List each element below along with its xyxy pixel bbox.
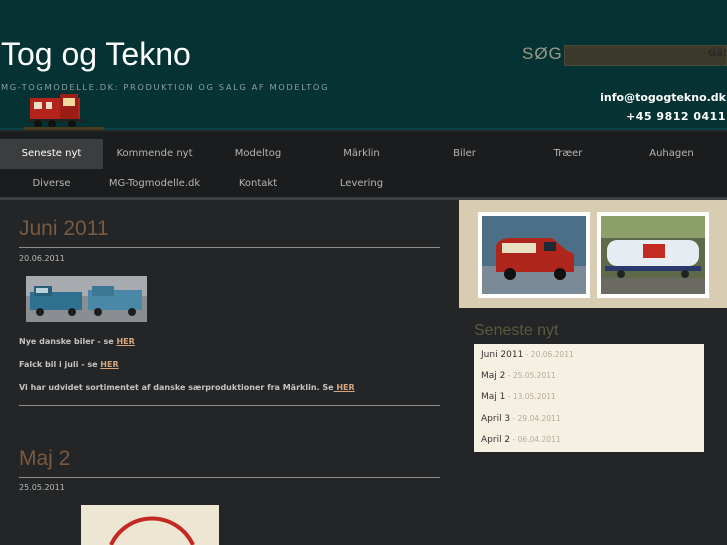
- nav-item-levering[interactable]: Levering: [310, 169, 413, 199]
- contact-phone: +45 9812 0411: [626, 110, 726, 123]
- search-label: SØG: [522, 44, 563, 63]
- post-divider: [19, 477, 440, 478]
- search-input[interactable]: [564, 45, 727, 66]
- post-line: Nye danske biler - se HER: [19, 337, 135, 346]
- post-line: Vi har udvidet sortimentet af danske sær…: [19, 383, 355, 392]
- sidebar-photo-tank-wagon[interactable]: [597, 212, 709, 298]
- post-image-sign[interactable]: [81, 505, 219, 545]
- sidebar: Seneste nyt Juni 2011 - 20.06.2011 Maj 2…: [459, 200, 727, 545]
- post-divider: [19, 405, 440, 406]
- post-link-her[interactable]: HER: [116, 337, 134, 346]
- post-divider: [19, 247, 440, 248]
- site-title[interactable]: Tog og Tekno: [1, 36, 191, 73]
- site-tagline: MG-TOGMODELLE.DK: PRODUKTION OG SALG AF …: [1, 82, 330, 92]
- main-nav: Seneste nyt Kommende nyt Modeltog Märkli…: [0, 132, 727, 200]
- nav-item-mg-togmodelle[interactable]: MG-Togmodelle.dk: [103, 169, 206, 199]
- post-date: 25.05.2011: [19, 483, 65, 492]
- nav-item-biler[interactable]: Biler: [413, 139, 516, 169]
- search-button[interactable]: Gå!: [708, 48, 727, 59]
- nav-item-kommende-nyt[interactable]: Kommende nyt: [103, 139, 206, 169]
- post-link-her[interactable]: HER: [334, 383, 354, 392]
- post-image-trucks[interactable]: [26, 276, 147, 322]
- nav-item-traeer[interactable]: Træer: [516, 139, 620, 169]
- main-content: Juni 2011 20.06.2011 Nye danske biler - …: [0, 203, 459, 545]
- post-date: 20.06.2011: [19, 254, 65, 263]
- contact-email[interactable]: info@togogtekno.dk: [600, 91, 726, 104]
- sidebar-news-item[interactable]: Maj 2 - 25.05.2011: [481, 371, 556, 381]
- nav-item-auhagen[interactable]: Auhagen: [620, 139, 723, 169]
- nav-item-diverse[interactable]: Diverse: [0, 169, 103, 199]
- post-link-her[interactable]: HER: [100, 360, 118, 369]
- nav-item-kontakt[interactable]: Kontakt: [206, 169, 310, 199]
- nav-item-modeltog[interactable]: Modeltog: [206, 139, 310, 169]
- sidebar-photo-red-van[interactable]: [478, 212, 590, 298]
- sidebar-heading: Seneste nyt: [474, 322, 559, 339]
- locomotive-logo[interactable]: [24, 92, 104, 130]
- site-header: Tog og Tekno MG-TOGMODELLE.DK: PRODUKTIO…: [0, 0, 727, 130]
- sidebar-news-item[interactable]: April 3 - 29.04.2011: [481, 414, 561, 424]
- sidebar-news-item[interactable]: Maj 1 - 13.05.2011: [481, 392, 556, 402]
- sidebar-news-item[interactable]: April 2 - 06.04.2011: [481, 435, 561, 445]
- post-title[interactable]: Juni 2011: [19, 217, 109, 241]
- sidebar-news-list: Juni 2011 - 20.06.2011 Maj 2 - 25.05.201…: [474, 344, 704, 452]
- sidebar-photos: [459, 200, 727, 308]
- sidebar-news-item[interactable]: Juni 2011 - 20.06.2011: [481, 350, 574, 360]
- post-title[interactable]: Maj 2: [19, 447, 70, 471]
- nav-item-seneste-nyt[interactable]: Seneste nyt: [0, 139, 103, 169]
- post-line: Falck bil i juli - se HER: [19, 360, 119, 369]
- nav-item-marklin[interactable]: Märklin: [310, 139, 413, 169]
